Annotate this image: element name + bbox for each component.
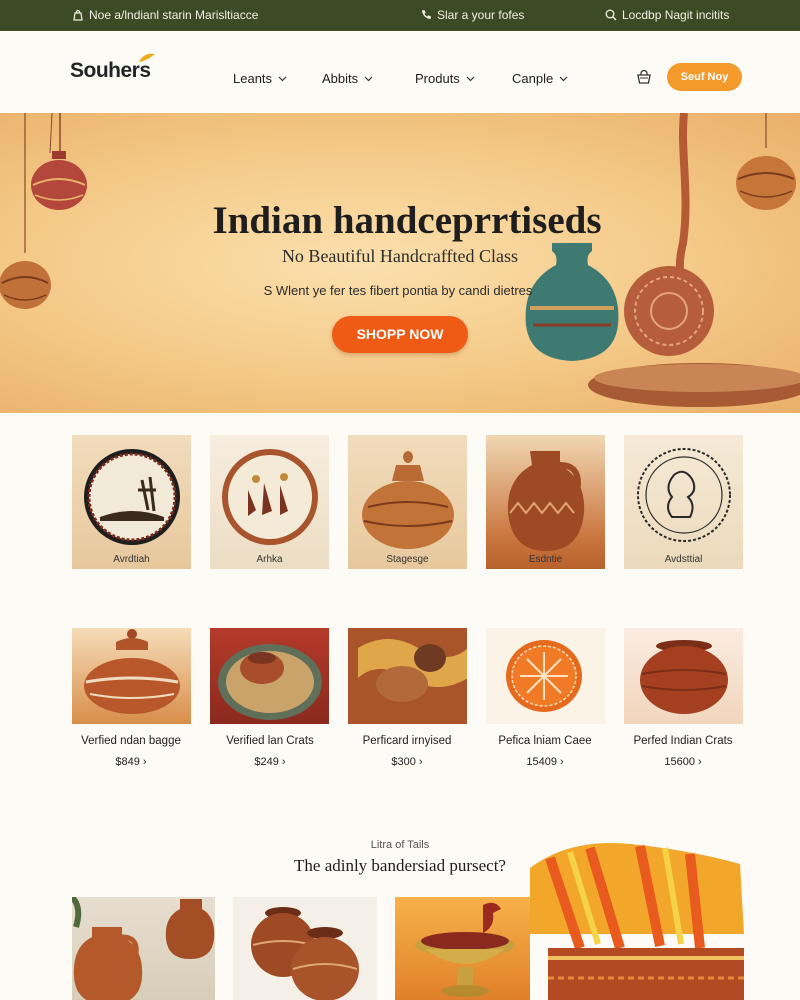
bag-icon [73, 9, 83, 21]
nav-item-leants[interactable]: Leants [233, 71, 287, 86]
product-price: $300 › [391, 756, 423, 768]
product-price: 15409 › [526, 756, 564, 768]
product-price: 15600 › [664, 756, 702, 768]
chevron-down-icon [559, 76, 568, 81]
category-label: Esdntie [528, 554, 563, 565]
nav-item-abbits[interactable]: Abbits [322, 71, 373, 86]
category-label: Arhka [256, 554, 283, 565]
textile-image [348, 628, 467, 724]
nav-item-canple[interactable]: Canple [512, 71, 568, 86]
product-image[interactable] [348, 628, 467, 724]
header-cta-button[interactable]: Seuf Noy [667, 63, 742, 91]
product-image[interactable] [624, 628, 743, 724]
nav-label: Canple [512, 71, 554, 86]
round-pot-image [640, 640, 728, 714]
pot-image [84, 629, 180, 714]
category-tile[interactable]: Avrdtiah [72, 435, 191, 569]
hero-description: S Wlent ye fer tes fibert pontia by cand… [263, 283, 533, 298]
cart-icon[interactable] [636, 69, 652, 85]
announcement-left-text: Noe a/lndianl starin Marisltiacce [89, 8, 259, 22]
twin-pots-image [251, 907, 359, 1000]
lantern-cap [52, 151, 66, 159]
top-announcement-bar: Noe a/lndianl starin Marisltiacce Slar a… [0, 0, 800, 31]
category-tile[interactable]: Arhka [210, 435, 329, 569]
category-label: Stagesge [386, 554, 429, 565]
gallery-image[interactable] [395, 897, 530, 1000]
category-label: Avdsttial [664, 554, 703, 565]
jug-image [507, 451, 585, 551]
announcement-center-text: Slar a your fofes [437, 8, 525, 22]
gallery-image[interactable] [530, 838, 744, 1000]
gallery-image[interactable] [233, 897, 377, 1000]
product-name[interactable]: Verified lan Crats [200, 735, 340, 747]
nav-item-produts[interactable]: Produts [415, 71, 475, 86]
chevron-down-icon [364, 76, 373, 81]
category-tile[interactable]: Avdsttial [624, 435, 743, 569]
announcement-right[interactable]: Locdbp Nagit incitits [605, 8, 729, 22]
hero-banner: Indian handceprrtiseds No Beautiful Hand… [0, 113, 800, 413]
nav-label: Produts [415, 71, 460, 86]
category-tile[interactable]: Stagesge [348, 435, 467, 569]
shop-now-button[interactable]: SHOPP NOW [332, 316, 468, 353]
product-name[interactable]: Perficard irnyised [337, 735, 477, 747]
leaf-icon [139, 53, 155, 62]
lidded-pot-image [362, 451, 454, 549]
search-icon [605, 9, 617, 21]
category-label: Avrdtiah [113, 554, 150, 565]
phone-icon [422, 10, 431, 19]
jugs-image [72, 897, 215, 1000]
chevron-down-icon [278, 76, 287, 81]
fabric-basket-image [530, 843, 744, 1000]
announcement-left[interactable]: Noe a/lndianl starin Marisltiacce [72, 8, 258, 22]
chevron-down-icon [466, 76, 475, 81]
stamp-art-image [637, 448, 731, 542]
brass-bowl-image [415, 902, 515, 997]
category-tile[interactable]: Esdntie [486, 435, 605, 569]
product-name[interactable]: Verfied ndan bagge [61, 735, 201, 747]
nav-label: Abbits [322, 71, 359, 86]
terracotta-disc [624, 266, 714, 356]
nav-label: Leants [233, 71, 273, 86]
product-price: $249 › [254, 756, 286, 768]
product-image[interactable] [486, 628, 605, 724]
product-name[interactable]: Pefica lniam Caee [475, 735, 615, 747]
hero-subtitle: No Beautiful Handcraffted Class [281, 246, 519, 266]
gallery-image[interactable] [72, 897, 215, 1000]
site-header: Souhers Leants Abbits Produts Canple Seu… [0, 31, 800, 113]
product-image[interactable] [72, 628, 191, 724]
announcement-center[interactable]: Slar a your fofes [420, 8, 524, 22]
product-price: $849 › [115, 756, 147, 768]
ornament-plate-image [222, 449, 318, 545]
product-image[interactable] [210, 628, 329, 724]
product-name[interactable]: Perfed Indian Crats [613, 735, 753, 747]
platter-image [218, 644, 322, 720]
hero-title: Indian handceprrtiseds [212, 199, 602, 242]
announcement-right-text: Locdbp Nagit incitits [622, 8, 730, 22]
orange-plate-image [506, 640, 582, 712]
decorated-plate-image [84, 449, 180, 545]
